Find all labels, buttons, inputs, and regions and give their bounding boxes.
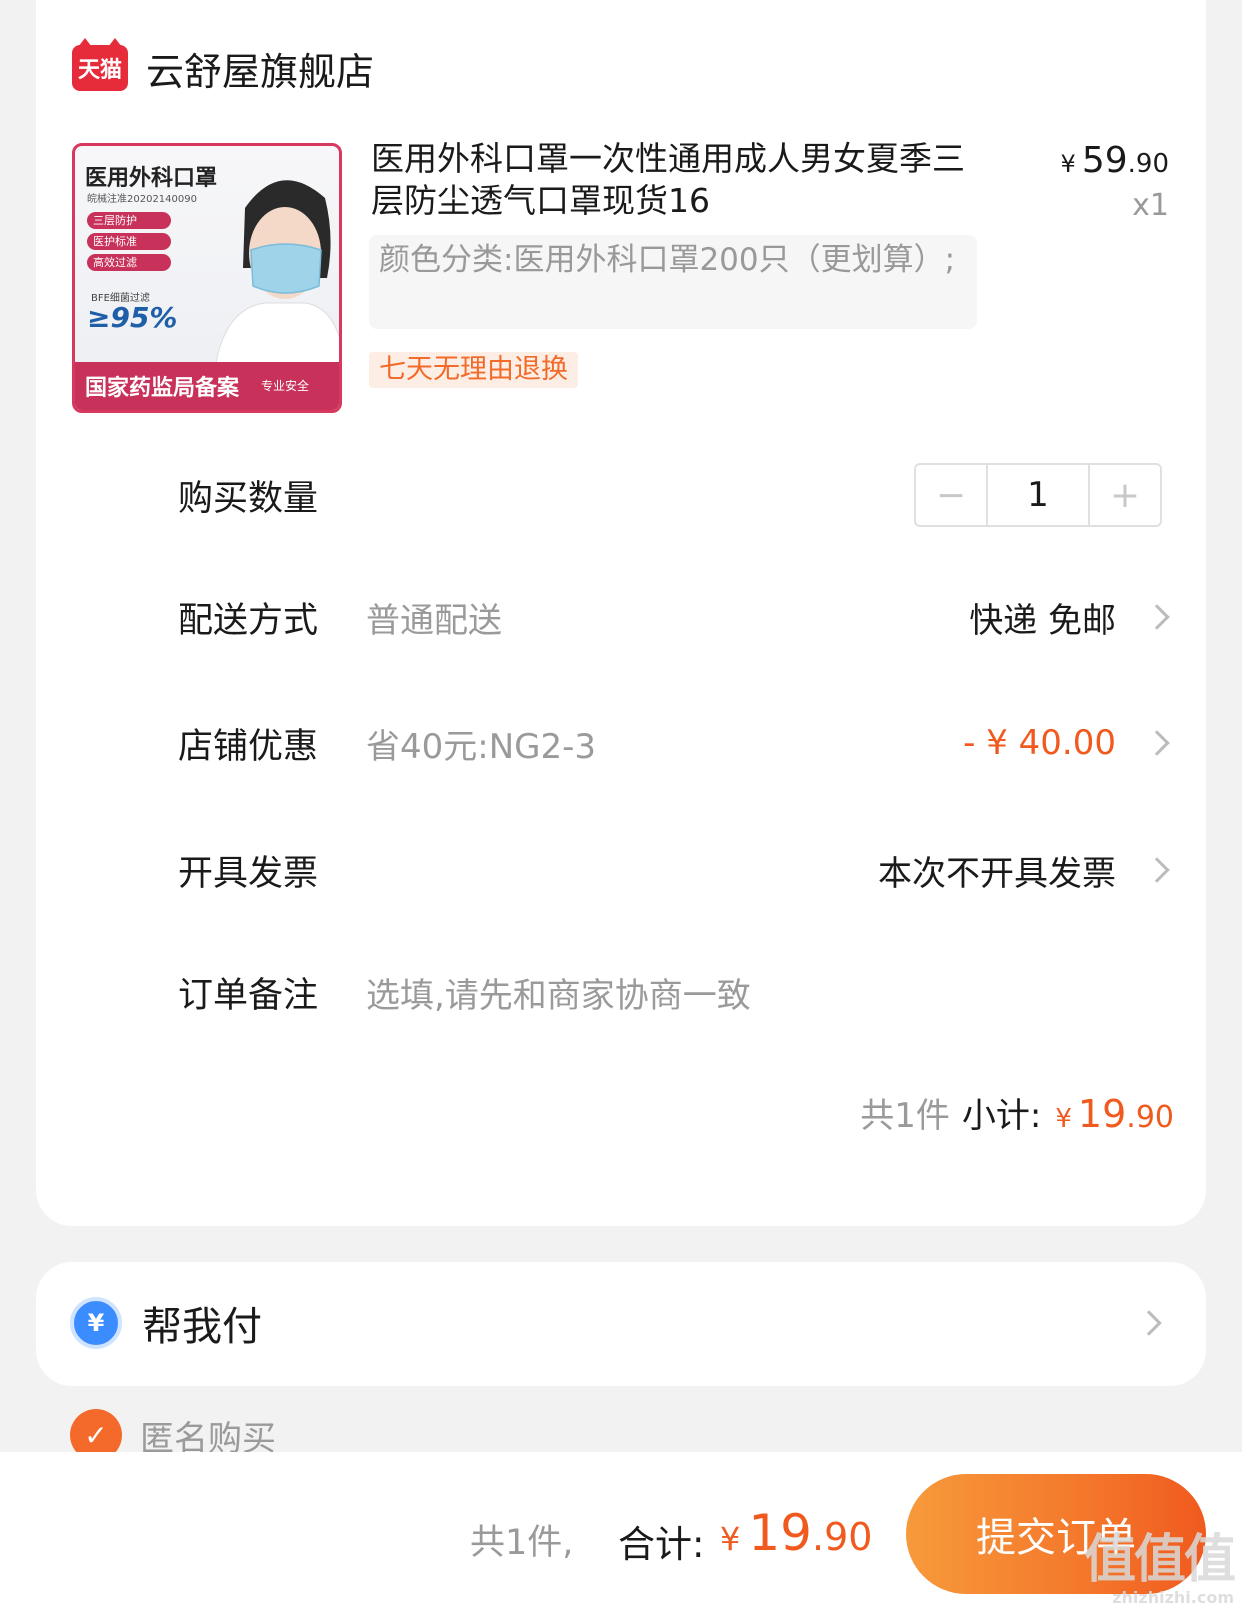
store-header[interactable]: 天猫 云舒屋旗舰店 [72, 38, 374, 98]
delivery-label: 配送方式 [178, 600, 319, 641]
quantity-row: 购买数量 − 1 + [178, 463, 1206, 527]
pay-for-me-card[interactable]: ¥ 帮我付 [36, 1262, 1206, 1386]
total-currency: ¥ [720, 1520, 741, 1558]
tmall-logo-icon: 天猫 [72, 38, 128, 91]
delivery-row[interactable]: 配送方式 普通配送 快递 免邮 [178, 587, 1206, 647]
product-title[interactable]: 医用外科口罩一次性通用成人男女夏季三层防尘透气口罩现货16 [371, 138, 981, 222]
order-note-input[interactable]: 选填,请先和商家协商一致 [366, 968, 751, 1017]
product-image-sub: 皖械注准20202140090 [87, 194, 197, 205]
product-image-tag: 医护标准 [87, 233, 171, 250]
delivery-option: 快递 免邮 [969, 600, 1116, 641]
chevron-right-icon [1144, 730, 1170, 756]
store-discount-row[interactable]: 店铺优惠 省40元:NG2-3 - ¥ 40.00 [178, 713, 1206, 773]
model-illustration [215, 180, 339, 368]
order-note-label: 订单备注 [178, 975, 319, 1016]
subtotal-label: 小计: [961, 1096, 1042, 1136]
subtotal: 共1件 小计: ¥19.90 [860, 1088, 1174, 1137]
total-int: 19 [748, 1504, 812, 1562]
total-count: 共1件, [470, 1523, 574, 1563]
order-card: 天猫 云舒屋旗舰店 医用外科口罩 皖械注准20202140090 三层防护 医护… [36, 0, 1206, 1226]
total-amount: ¥19.90 [720, 1504, 872, 1562]
quantity-input[interactable]: 1 [986, 465, 1090, 525]
store-discount-value: 省40元:NG2-3 [366, 726, 597, 767]
quantity-stepper: − 1 + [914, 463, 1162, 527]
yuan-coin-icon: ¥ [70, 1297, 122, 1349]
subtotal-amount: ¥19.90 [1055, 1092, 1174, 1136]
subtotal-count: 共1件 [860, 1096, 950, 1136]
invoice-value: 本次不开具发票 [878, 853, 1116, 894]
product-spec[interactable]: 颜色分类:医用外科口罩200只（更划算）; [369, 235, 977, 329]
order-note-row: 订单备注 选填,请先和商家协商一致 [178, 962, 1206, 1022]
store-discount-amount: - ¥ 40.00 [963, 723, 1116, 763]
product-image-banner-text: 国家药监局备案 [85, 376, 240, 401]
price-dec: .90 [1127, 149, 1169, 179]
chevron-right-icon [1144, 857, 1170, 883]
product-image-bfe-value: ≥95% [87, 301, 178, 334]
delivery-value: 普通配送 [366, 600, 502, 641]
subtotal-int: 19 [1077, 1092, 1127, 1136]
price-currency: ¥ [1060, 150, 1076, 178]
checkout-bar: 共1件, 合计: ¥19.90 提交订单 [0, 1452, 1242, 1615]
return-policy-badge: 七天无理由退换 [369, 352, 578, 388]
product-image-tag: 三层防护 [87, 212, 171, 229]
store-discount-label: 店铺优惠 [178, 726, 319, 767]
invoice-label: 开具发票 [178, 853, 319, 894]
chevron-right-icon [1136, 1310, 1162, 1336]
watermark: 值值值 zhizhizhi.com [1083, 1530, 1236, 1607]
decrement-button[interactable]: − [916, 465, 986, 525]
store-name[interactable]: 云舒屋旗舰店 [146, 41, 374, 96]
product-image-title: 医用外科口罩 [85, 166, 218, 191]
subtotal-dec: .90 [1126, 1100, 1174, 1135]
pay-for-me-label: 帮我付 [142, 1304, 262, 1350]
chevron-right-icon [1144, 604, 1170, 630]
subtotal-currency: ¥ [1055, 1104, 1072, 1134]
product-image[interactable]: 医用外科口罩 皖械注准20202140090 三层防护 医护标准 高效过滤 BF… [72, 143, 342, 413]
product-image-tag: 高效过滤 [87, 254, 171, 271]
product-image-banner-small: 专业安全 [261, 379, 310, 393]
total-label: 合计: [618, 1523, 705, 1566]
invoice-row[interactable]: 开具发票 本次不开具发票 [178, 840, 1206, 900]
product-quantity: x1 [1132, 188, 1169, 223]
watermark-logo: 值值值 [1083, 1530, 1236, 1590]
total-dec: .90 [811, 1515, 873, 1559]
watermark-url: zhizhizhi.com [1112, 1588, 1234, 1607]
product-price: ¥59.90 [1061, 140, 1169, 181]
quantity-label: 购买数量 [178, 478, 319, 519]
product-image-banner: 国家药监局备案 专业安全 [75, 362, 339, 410]
increment-button[interactable]: + [1090, 465, 1160, 525]
price-int: 59 [1081, 140, 1128, 181]
